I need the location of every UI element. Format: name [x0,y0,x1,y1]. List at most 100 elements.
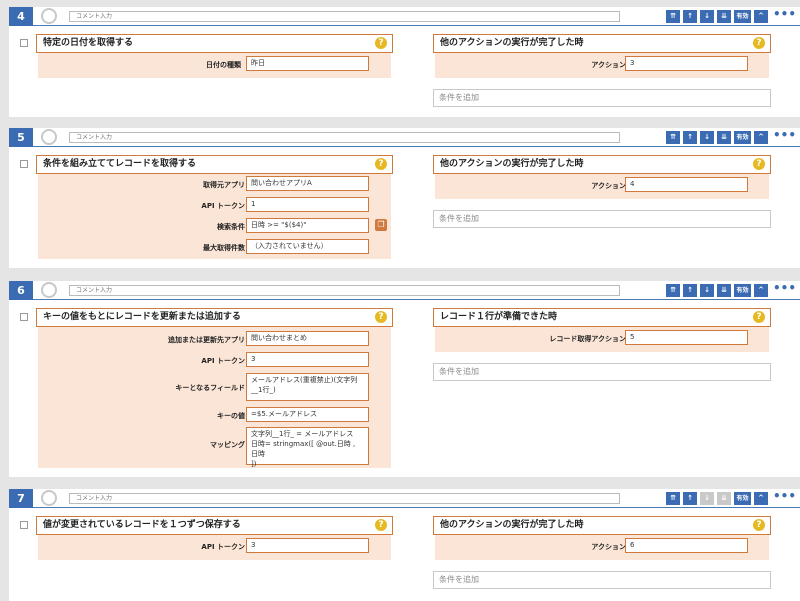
add-condition-field[interactable]: 条件を追加 [433,363,771,381]
move-up-button[interactable]: ↑ [683,131,697,144]
step-checkbox[interactable] [20,521,28,529]
collapse-button[interactable]: ^ [754,284,768,297]
status-circle-icon[interactable] [41,8,57,24]
move-up-button[interactable]: ↑ [683,10,697,23]
add-condition-field[interactable]: 条件を追加 [433,571,771,589]
mapping-line: 文字列__1行_ = メールアドレス [251,430,354,438]
more-options-icon[interactable]: ••• [773,282,796,297]
more-options-icon[interactable]: ••• [773,490,796,505]
step-checkbox[interactable] [20,39,28,47]
action-ref-field[interactable]: 4 [625,177,748,192]
action-title[interactable]: 値が変更されているレコードを１つずつ保存する ? [36,516,393,535]
action-title[interactable]: キーの値をもとにレコードを更新または追加する ? [36,308,393,327]
action-panel: キーの値をもとにレコードを更新または追加する ? 追加または更新先アプリ 問い合… [36,308,393,468]
move-top-button[interactable]: ⇈ [666,131,680,144]
add-condition-field[interactable]: 条件を追加 [433,210,771,228]
trigger-title[interactable]: 他のアクションの実行が完了した時 ? [433,516,771,535]
move-top-button[interactable]: ⇈ [666,284,680,297]
trigger-title[interactable]: 他のアクションの実行が完了した時 ? [433,155,771,174]
action-title-text: 特定の日付を取得する [43,38,134,48]
field-label: アクション [591,182,626,190]
help-icon[interactable]: ? [753,37,765,49]
mapping-field[interactable]: 文字列__1行_ = メールアドレス 日時= stringmax([ @out.… [246,427,369,468]
collapse-button[interactable]: ^ [754,10,768,23]
help-icon[interactable]: ? [375,311,387,323]
action-fields: 日付の種類 昨日 [38,53,391,78]
move-down-button[interactable]: ↓ [700,10,714,23]
enabled-toggle[interactable]: 有効 [734,131,751,144]
action-ref-field[interactable]: 6 [625,538,748,553]
move-top-button[interactable]: ⇈ [666,492,680,505]
status-circle-icon[interactable] [41,282,57,298]
field-label: API トークン [201,357,245,365]
comment-input[interactable] [69,11,620,22]
enabled-toggle[interactable]: 有効 [734,10,751,23]
target-app-field[interactable]: 問い合わせまとめ [246,331,369,346]
api-token-field[interactable]: 1 [246,197,369,212]
move-bottom-button[interactable]: ⇊ [717,10,731,23]
action-fields: API トークン 3 [38,535,391,560]
move-up-button[interactable]: ↑ [683,284,697,297]
source-app-field[interactable]: 問い合わせアプリA [246,176,369,191]
step-header: 6 ⇈ ↑ ↓ ⇊ 有効 ^ ••• [9,281,800,300]
help-icon[interactable]: ? [753,158,765,170]
move-bottom-button[interactable]: ⇊ [717,284,731,297]
status-circle-icon[interactable] [41,490,57,506]
action-title[interactable]: 条件を組み立ててレコードを取得する ? [36,155,393,174]
help-icon[interactable]: ? [753,519,765,531]
date-type-field[interactable]: 昨日 [246,56,369,71]
move-bottom-button[interactable]: ⇊ [717,131,731,144]
step-checkbox[interactable] [20,313,28,321]
help-icon[interactable]: ? [753,311,765,323]
add-condition-field[interactable]: 条件を追加 [433,89,771,107]
help-icon[interactable]: ? [375,37,387,49]
action-fields: 追加または更新先アプリ 問い合わせまとめ API トークン 3 キーとなるフィー… [38,327,391,468]
key-field-input[interactable]: メールアドレス(重複禁止)(文字列 __1行_) [246,373,369,401]
action-ref-field[interactable]: 3 [625,56,748,71]
move-top-button[interactable]: ⇈ [666,10,680,23]
step-5: 5 ⇈ ↑ ↓ ⇊ 有効 ^ ••• 条件を組み立ててレコードを取得する ? 取… [9,128,800,268]
field-label: API トークン [201,202,245,210]
search-condition-field[interactable]: 日時 >= "$($4)" [246,218,369,233]
trigger-title[interactable]: 他のアクションの実行が完了した時 ? [433,34,771,53]
collapse-button[interactable]: ^ [754,492,768,505]
move-down-button[interactable]: ↓ [700,131,714,144]
move-down-button[interactable]: ↓ [700,492,714,505]
step-number: 7 [9,489,33,508]
api-token-field[interactable]: 3 [246,538,369,553]
step-checkbox[interactable] [20,160,28,168]
trigger-panel: 他のアクションの実行が完了した時 ? アクション 4 [433,155,771,199]
comment-input[interactable] [69,285,620,296]
move-down-button[interactable]: ↓ [700,284,714,297]
trigger-fields: アクション 6 [435,535,769,560]
copy-icon[interactable]: ❐ [375,219,387,231]
step-header: 4 ⇈ ↑ ↓ ⇊ 有効 ^ ••• [9,7,800,26]
comment-input[interactable] [69,493,620,504]
action-panel: 条件を組み立ててレコードを取得する ? 取得元アプリ 問い合わせアプリA API… [36,155,393,259]
key-value-field[interactable]: =$5.メールアドレス [246,407,369,422]
move-up-button[interactable]: ↑ [683,492,697,505]
help-icon[interactable]: ? [375,519,387,531]
key-field-line: メールアドレス(重複禁止)(文字列 [251,376,358,384]
action-title[interactable]: 特定の日付を取得する ? [36,34,393,53]
action-title-text: 値が変更されているレコードを１つずつ保存する [43,520,241,530]
field-label: 日付の種類 [206,61,241,69]
enabled-toggle[interactable]: 有効 [734,492,751,505]
step-header: 5 ⇈ ↑ ↓ ⇊ 有効 ^ ••• [9,128,800,147]
action-title-text: 条件を組み立ててレコードを取得する [43,159,197,169]
help-icon[interactable]: ? [375,158,387,170]
status-circle-icon[interactable] [41,129,57,145]
max-records-field[interactable]: （入力されていません） [246,239,369,254]
field-label: API トークン [201,543,245,551]
action-panel: 特定の日付を取得する ? 日付の種類 昨日 [36,34,393,78]
trigger-title[interactable]: レコード１行が準備できた時 ? [433,308,771,327]
action-panel: 値が変更されているレコードを１つずつ保存する ? API トークン 3 [36,516,393,560]
comment-input[interactable] [69,132,620,143]
more-options-icon[interactable]: ••• [773,8,796,23]
collapse-button[interactable]: ^ [754,131,768,144]
enabled-toggle[interactable]: 有効 [734,284,751,297]
record-action-ref-field[interactable]: 5 [625,330,748,345]
move-bottom-button[interactable]: ⇊ [717,492,731,505]
api-token-field[interactable]: 3 [246,352,369,367]
more-options-icon[interactable]: ••• [773,129,796,144]
